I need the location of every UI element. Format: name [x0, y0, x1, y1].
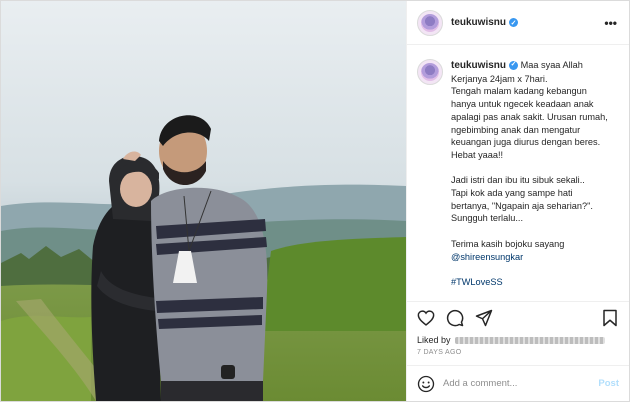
bookmark-icon: [603, 309, 617, 326]
comment-button[interactable]: [444, 307, 466, 329]
caption-line: apalagi pas anak sakit. Urusan rumah,: [451, 111, 608, 122]
post-header: teukuwisnu ✓ •••: [407, 1, 629, 45]
instagram-post: teukuwisnu ✓ ••• teukuwisnu ✓ Maa syaa Al…: [0, 0, 630, 402]
caption-line: Terima kasih bojoku sayang: [451, 238, 565, 249]
caption-line: Kerjanya 24jam x 7hari.: [451, 73, 548, 84]
author-username[interactable]: teukuwisnu: [451, 17, 506, 28]
caption-line: hanya untuk ngecek keadaan anak: [451, 99, 594, 110]
caption-line: Tapi kok ada yang sampe hati: [451, 188, 573, 199]
caption-line: Sungguh terlalu...: [451, 213, 524, 224]
verified-badge-icon: ✓: [509, 18, 519, 27]
hashtag-link[interactable]: #TWLoveSS: [451, 276, 619, 289]
redacted-likers: [454, 336, 605, 344]
comment-icon: [446, 309, 464, 326]
post-photo[interactable]: [1, 1, 406, 401]
caption-line: bertanya, "Ngapain aja seharian?".: [451, 200, 593, 211]
caption-line: ngebimbing anak dan mengatur: [451, 124, 581, 135]
mention-link[interactable]: @shireensungkar: [451, 251, 619, 264]
smiley-icon[interactable]: [417, 375, 435, 393]
caption-line: keuangan juga diurus dengan beres.: [451, 137, 601, 148]
caption-avatar[interactable]: [417, 59, 443, 85]
caption-line: teukuwisnu ✓ Maa syaa Allah: [451, 59, 619, 73]
post-comment-button[interactable]: Post: [598, 378, 619, 389]
caption-line: Hebat yaaa!!: [451, 149, 504, 160]
comment-input[interactable]: [443, 378, 583, 389]
author-avatar[interactable]: [417, 9, 443, 36]
likes-prefix: Liked by: [417, 335, 451, 345]
verified-badge-icon: ✓: [509, 61, 519, 71]
more-options-icon[interactable]: •••: [604, 16, 617, 30]
save-button[interactable]: [599, 307, 621, 329]
caption-username[interactable]: teukuwisnu: [451, 60, 506, 71]
post-sidebar: teukuwisnu ✓ ••• teukuwisnu ✓ Maa syaa Al…: [406, 1, 629, 401]
post-timestamp[interactable]: 7 DAYS AGO: [407, 347, 629, 365]
action-bar: [407, 301, 629, 333]
paper-plane-icon: [475, 309, 493, 326]
caption-section: teukuwisnu ✓ Maa syaa Allah Kerjanya 24ja…: [407, 45, 629, 301]
heart-icon: [417, 309, 435, 326]
couple-photo-image: [1, 1, 406, 401]
like-button[interactable]: [415, 307, 437, 329]
caption-body: teukuwisnu ✓ Maa syaa Allah Kerjanya 24ja…: [451, 59, 619, 295]
caption-line: Jadi istri dan ibu itu sibuk sekali..: [451, 175, 585, 186]
caption-text: Maa syaa Allah: [520, 60, 583, 70]
likes-summary[interactable]: Liked by: [407, 333, 629, 347]
caption-line: Tengah malam kadang kebangun: [451, 86, 587, 97]
share-button[interactable]: [473, 307, 495, 329]
comment-bar: Post: [407, 365, 629, 401]
